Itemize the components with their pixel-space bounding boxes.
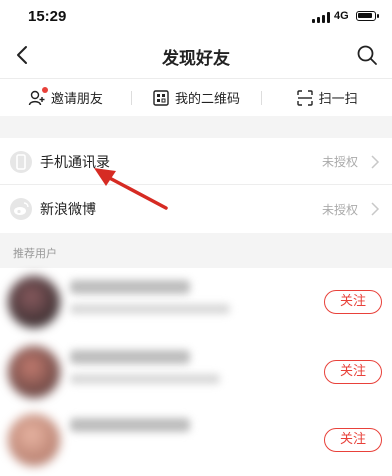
qr-code-icon: [152, 89, 170, 107]
search-icon[interactable]: [356, 44, 378, 66]
section-divider: [0, 116, 392, 138]
phone-icon: [10, 150, 32, 173]
scan-tab[interactable]: 扫一扫: [261, 79, 392, 116]
avatar[interactable]: [8, 346, 60, 398]
scan-icon: [296, 89, 314, 107]
back-icon[interactable]: [12, 44, 34, 66]
follow-button[interactable]: 关注: [324, 428, 382, 452]
tab-label: 邀请朋友: [50, 92, 103, 107]
nav-bar: 发现好友: [0, 34, 392, 78]
person-add-icon: [28, 86, 48, 107]
blurred-username: [70, 418, 190, 432]
signal-icon: [312, 12, 330, 23]
sina-weibo-label: 新浪微博: [40, 202, 96, 218]
sina-weibo-row[interactable]: 新浪微博 未授权: [0, 186, 392, 232]
invite-friends-tab[interactable]: 邀请朋友: [0, 79, 131, 116]
avatar[interactable]: [8, 414, 60, 466]
blurred-username: [70, 350, 190, 364]
chevron-right-icon: [371, 154, 380, 169]
tab-label: 我的二维码: [175, 92, 241, 107]
blurred-description: [70, 374, 220, 384]
section-title: 推荐用户: [13, 247, 57, 260]
blurred-username: [70, 280, 190, 294]
my-qr-code-tab[interactable]: 我的二维码: [130, 79, 262, 116]
recommended-user-row[interactable]: 关注: [0, 340, 392, 406]
follow-button[interactable]: 关注: [324, 360, 382, 384]
battery-icon: [356, 11, 379, 21]
page-title: 发现好友: [162, 49, 230, 69]
recommended-user-row[interactable]: 关注: [0, 410, 392, 476]
follow-button[interactable]: 关注: [324, 290, 382, 314]
chevron-right-icon: [371, 202, 380, 216]
weibo-icon: [10, 198, 32, 220]
action-tabs: 邀请朋友 我的二维码 扫一扫: [0, 78, 392, 116]
notification-dot: [41, 86, 48, 93]
authorization-status: 未授权: [321, 155, 358, 169]
tab-label: 扫一扫: [318, 92, 358, 107]
recommended-user-row[interactable]: 关注: [0, 268, 392, 334]
authorization-status: 未授权: [321, 202, 358, 217]
recommended-users-header: 推荐用户: [0, 233, 392, 268]
avatar[interactable]: [8, 276, 60, 328]
status-bar: 15:29 4G: [0, 0, 392, 34]
status-time: 15:29: [28, 8, 67, 25]
phone-contacts-row[interactable]: 手机通讯录 未授权: [0, 139, 392, 185]
network-label: 4G: [334, 10, 349, 22]
blurred-description: [70, 304, 230, 314]
phone-contacts-label: 手机通讯录: [40, 154, 110, 171]
